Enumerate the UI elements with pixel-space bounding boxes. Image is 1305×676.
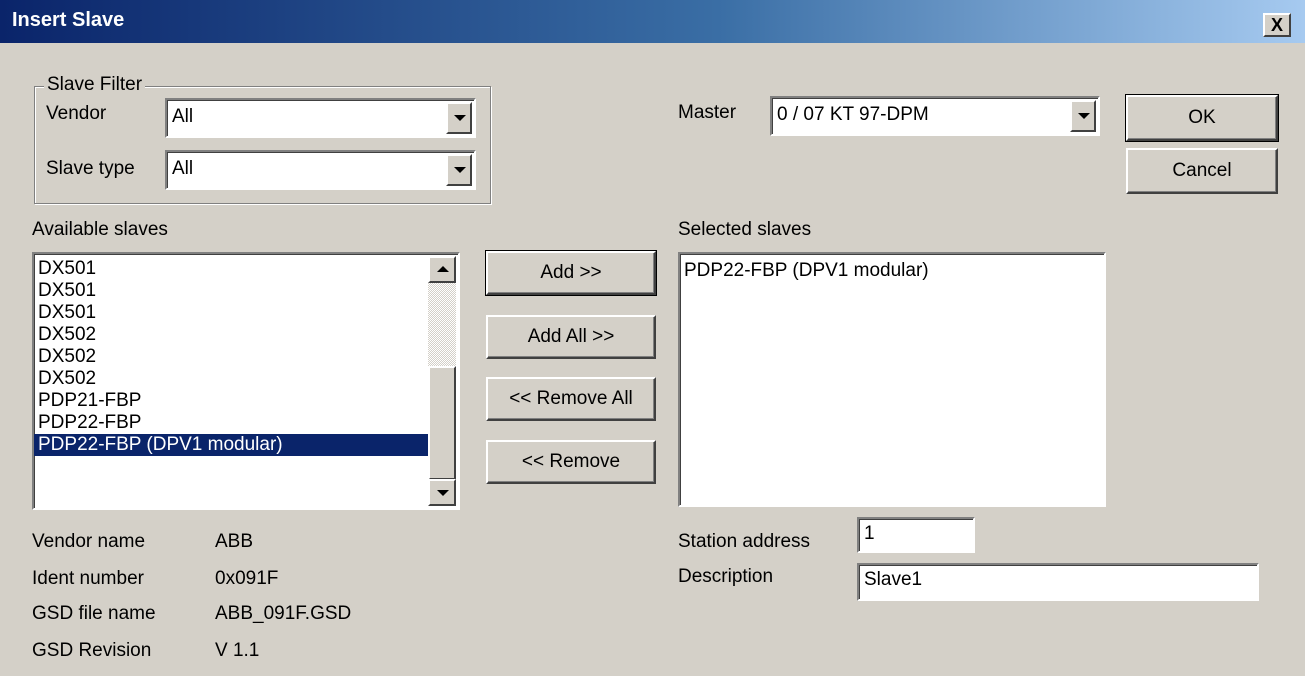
ident-number-label: Ident number (32, 568, 144, 589)
slave-type-combo[interactable]: All (165, 150, 476, 190)
ok-button[interactable]: OK (1125, 94, 1279, 142)
slave-type-dropdown-arrow-icon[interactable] (446, 154, 472, 186)
add-all-button[interactable]: Add All >> (486, 315, 656, 359)
list-item[interactable]: DX501 (34, 258, 428, 280)
scroll-down-icon[interactable] (428, 479, 456, 506)
available-slaves-items: DX501 DX501 DX501 DX502 DX502 DX502 PDP21-FBP P… (34, 254, 458, 456)
remove-all-button[interactable]: << Remove All (486, 377, 656, 421)
vendor-combo[interactable]: All (165, 98, 476, 138)
remove-button[interactable]: << Remove (486, 440, 656, 484)
vendor-label: Vendor (46, 103, 107, 124)
available-scrollbar[interactable] (428, 256, 456, 506)
list-item[interactable]: DX501 (34, 280, 428, 302)
list-item[interactable]: DX502 (34, 346, 428, 368)
list-item[interactable]: PDP22-FBP (34, 412, 428, 434)
vendor-name-value: ABB (215, 531, 254, 552)
vendor-dropdown-arrow-icon[interactable] (446, 102, 472, 134)
gsd-file-label: GSD file name (32, 603, 156, 624)
station-address-input[interactable]: 1 (857, 517, 975, 553)
selected-slaves-list[interactable]: PDP22-FBP (DPV1 modular) (678, 252, 1106, 507)
scroll-up-icon[interactable] (428, 256, 456, 283)
selected-slaves-items: PDP22-FBP (DPV1 modular) (680, 254, 1104, 282)
slave-type-label: Slave type (46, 158, 135, 179)
available-slaves-list[interactable]: DX501 DX501 DX501 DX502 DX502 DX502 PDP21-FBP P… (32, 252, 460, 510)
list-item[interactable]: PDP22-FBP (DPV1 modular) (680, 260, 1104, 282)
title-bar (0, 0, 1305, 44)
gsd-revision-value: V 1.1 (215, 640, 260, 661)
list-item[interactable]: DX502 (34, 368, 428, 390)
window-title: Insert Slave (12, 9, 125, 31)
ident-number-value: 0x091F (215, 568, 279, 589)
gsd-revision-label: GSD Revision (32, 640, 152, 661)
scroll-thumb[interactable] (428, 366, 456, 480)
gsd-file-value: ABB_091F.GSD (215, 603, 352, 624)
vendor-combo-value: All (172, 106, 194, 127)
list-item[interactable]: PDP21-FBP (34, 390, 428, 412)
available-slaves-label: Available slaves (32, 219, 168, 240)
list-item[interactable]: DX501 (34, 302, 428, 324)
cancel-button[interactable]: Cancel (1126, 148, 1278, 194)
slave-type-combo-value: All (172, 158, 194, 179)
close-icon: X (1270, 15, 1283, 35)
slave-filter-title: Slave Filter (44, 74, 146, 96)
add-button[interactable]: Add >> (485, 250, 657, 296)
master-dropdown-arrow-icon[interactable] (1070, 100, 1096, 132)
station-address-label: Station address (678, 531, 811, 552)
master-label: Master (678, 102, 737, 123)
vendor-name-label: Vendor name (32, 531, 146, 552)
close-button[interactable]: X (1263, 13, 1291, 37)
list-item[interactable]: PDP22-FBP (DPV1 modular) (34, 434, 428, 456)
list-item[interactable]: DX502 (34, 324, 428, 346)
description-label: Description (678, 566, 774, 587)
master-combo-value: 0 / 07 KT 97-DPM (777, 104, 929, 125)
description-input[interactable]: Slave1 (857, 563, 1259, 601)
master-combo[interactable]: 0 / 07 KT 97-DPM (770, 96, 1100, 136)
selected-slaves-label: Selected slaves (678, 219, 812, 240)
